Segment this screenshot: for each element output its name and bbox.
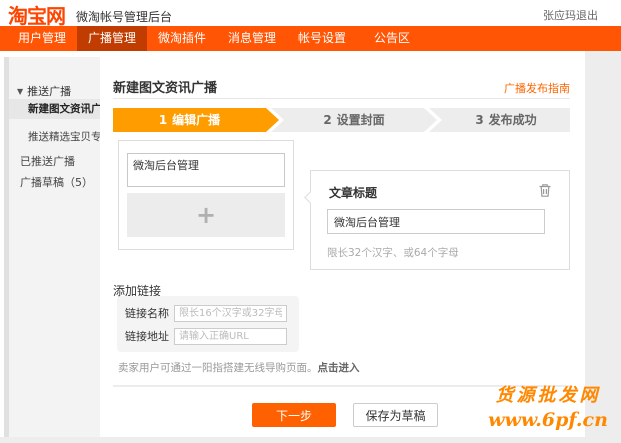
nav-item-weitao-plugins[interactable]: 微淘插件 xyxy=(147,26,217,51)
sidebar: ▼ 推送广播 新建图文资讯广播 推送精选宝贝专辑 已推送广播 广播草稿（5） xyxy=(9,57,101,437)
link-name-input[interactable] xyxy=(174,305,287,322)
step-2-set-cover: 2 设置封面 xyxy=(271,108,437,132)
link-url-label: 链接地址 xyxy=(125,330,169,343)
add-image-button[interactable]: + xyxy=(127,193,285,237)
link-name-label: 链接名称 xyxy=(125,307,169,320)
next-step-button[interactable]: 下一步 xyxy=(252,403,336,427)
step-3-publish-success: 3 发布成功 xyxy=(429,108,570,132)
step-label: 发布成功 xyxy=(489,113,537,127)
seller-note: 卖家用户可通过一阳指搭建无线导购页面。点击进入 xyxy=(118,360,360,375)
right-background-strip xyxy=(585,51,621,443)
username-label: 张应玛 xyxy=(543,7,576,23)
link-name-row: 链接名称 xyxy=(125,304,287,322)
add-link-box: 链接名称 链接地址 xyxy=(117,296,299,352)
sidebar-item-pushed-broadcasts[interactable]: 已推送广播 xyxy=(9,153,101,169)
nav-item-account-settings[interactable]: 帐号设置 xyxy=(287,26,357,51)
main-nav: 用户管理 广播管理 微淘插件 消息管理 帐号设置 公告区 xyxy=(0,26,621,51)
article-title-heading: 文章标题 xyxy=(329,184,377,201)
sidebar-item-push-selected-items[interactable]: 推送精选宝贝专辑 xyxy=(9,129,101,144)
broadcast-guide-link[interactable]: 广播发布指南 xyxy=(504,80,570,96)
logout-link[interactable]: 退出 xyxy=(576,7,598,23)
title-divider xyxy=(113,98,570,99)
link-url-row: 链接地址 xyxy=(125,327,287,345)
main-panel: 新建图文资讯广播 广播发布指南 1 编辑广播 2 设置封面 3 发布成功 微淘后台管理… xyxy=(100,57,585,437)
step-number: 2 xyxy=(323,113,331,127)
weitao-admin-page: 淘宝网 微淘帐号管理后台 张应玛 退出 用户管理 广播管理 微淘插件 消息管理 … xyxy=(0,0,621,443)
broadcast-preview-card: 微淘后台管理 + xyxy=(118,140,294,250)
nav-item-user-management[interactable]: 用户管理 xyxy=(7,26,77,51)
top-header: 淘宝网 微淘帐号管理后台 张应玛 退出 xyxy=(0,0,621,26)
step-wizard: 1 编辑广播 2 设置封面 3 发布成功 xyxy=(113,108,570,132)
step-1-edit-broadcast: 1 编辑广播 xyxy=(113,108,279,132)
taobao-logo: 淘宝网 xyxy=(8,0,65,29)
step-number: 3 xyxy=(475,113,483,127)
footer-divider xyxy=(113,385,570,387)
link-url-input[interactable] xyxy=(174,328,287,345)
sidebar-item-broadcast-drafts[interactable]: 广播草稿（5） xyxy=(9,174,101,190)
save-draft-button[interactable]: 保存为草稿 xyxy=(353,403,438,427)
sidebar-item-new-image-text-broadcast[interactable]: 新建图文资讯广播 xyxy=(9,99,101,119)
article-title-input[interactable] xyxy=(327,209,545,234)
step-number: 1 xyxy=(159,113,167,127)
nav-item-broadcast-management[interactable]: 广播管理 xyxy=(77,26,147,51)
step-label: 设置封面 xyxy=(337,113,385,127)
nav-item-message-management[interactable]: 消息管理 xyxy=(217,26,287,51)
click-enter-link[interactable]: 点击进入 xyxy=(318,362,360,374)
card-title-text[interactable]: 微淘后台管理 xyxy=(127,153,285,187)
sidebar-group-push-broadcast[interactable]: ▼ 推送广播 xyxy=(9,83,101,99)
chevron-down-icon: ▼ xyxy=(17,87,23,96)
step-label: 编辑广播 xyxy=(172,113,220,127)
plus-icon: + xyxy=(196,201,216,229)
bottom-background-strip xyxy=(0,437,621,443)
article-title-hint: 限长32个汉字、或64个字母 xyxy=(327,245,459,260)
page-title: 新建图文资讯广播 xyxy=(113,77,217,96)
nav-item-announcements[interactable]: 公告区 xyxy=(357,26,427,51)
sidebar-group-label: 推送广播 xyxy=(27,85,71,98)
article-title-panel: 文章标题 限长32个汉字、或64个字母 xyxy=(310,170,570,270)
trash-icon[interactable] xyxy=(537,182,553,198)
seller-note-text: 卖家用户可通过一阳指搭建无线导购页面。 xyxy=(118,362,318,374)
app-title: 微淘帐号管理后台 xyxy=(76,8,172,25)
